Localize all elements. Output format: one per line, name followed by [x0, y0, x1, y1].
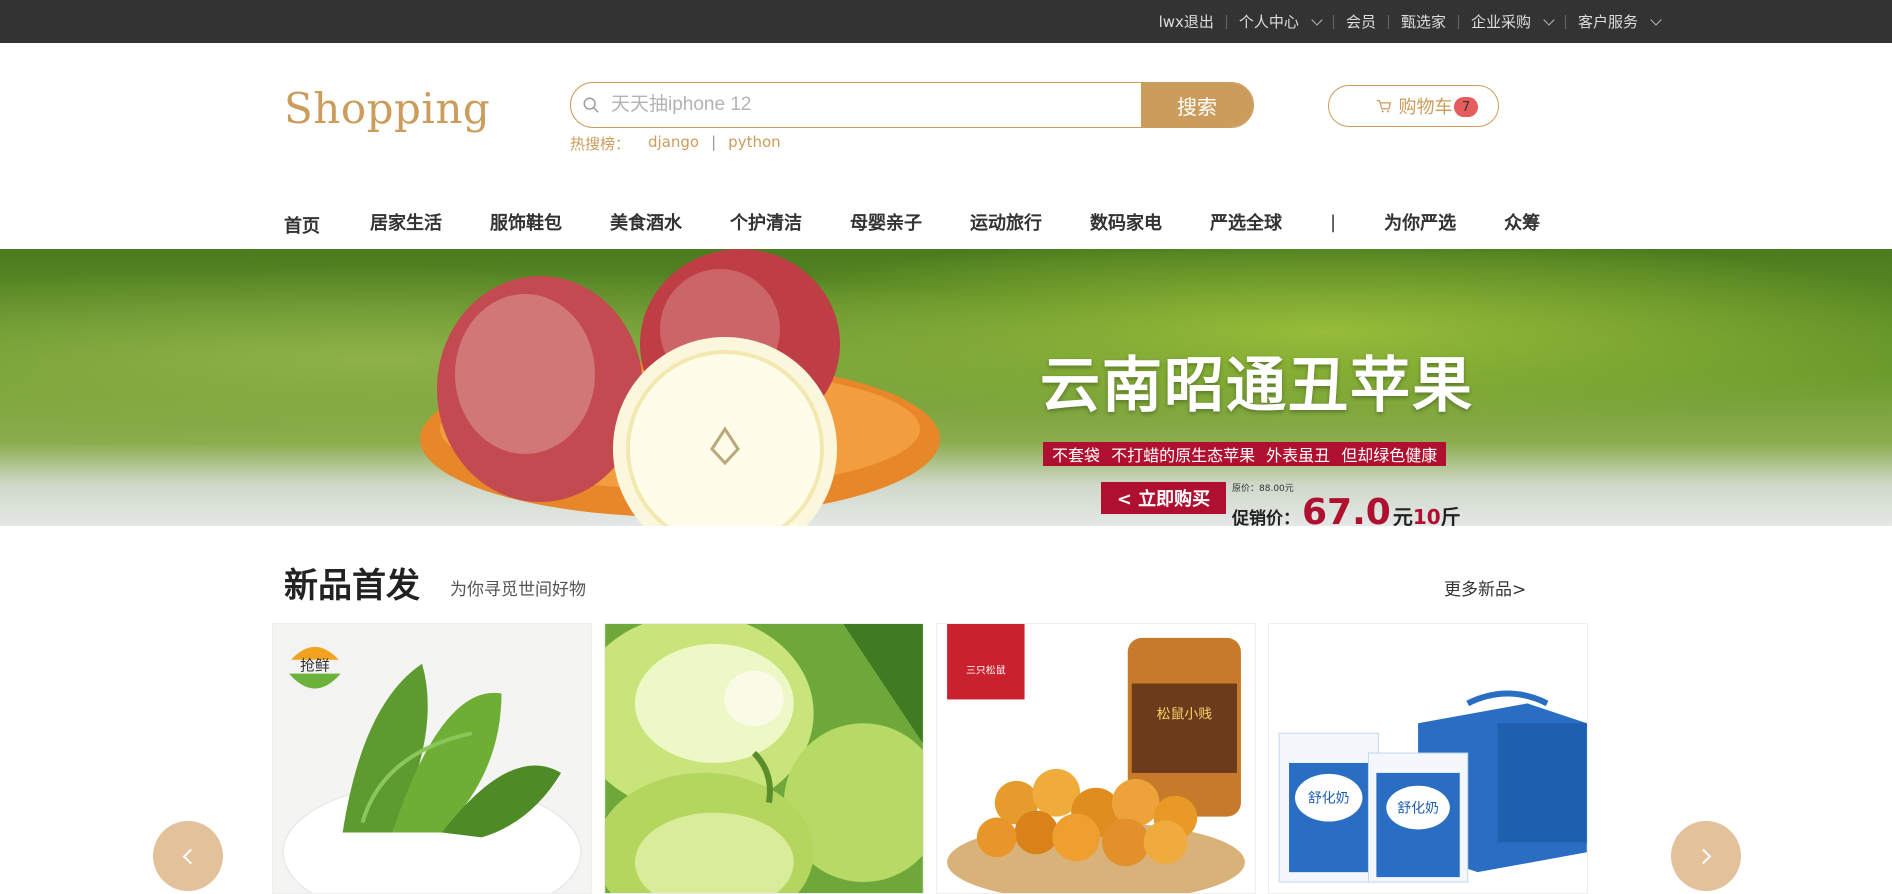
- hot-keyword-python[interactable]: python: [728, 133, 780, 154]
- box-text: 舒化奶: [1397, 801, 1439, 817]
- promo-banner[interactable]: 云南昭通丑苹果 不套袋 不打蜡的原生态苹果 外表虽丑 但却绿色健康 < 立即购买…: [0, 249, 1892, 526]
- more-new-link[interactable]: 更多新品>: [1444, 575, 1526, 600]
- search-button[interactable]: 搜索: [1141, 83, 1253, 127]
- brand-text: 抢鲜: [300, 657, 330, 675]
- vegetable-image: 抢鲜: [273, 624, 591, 893]
- search-icon: [571, 83, 611, 127]
- section-subtitle: 为你寻觅世间好物: [450, 580, 586, 600]
- hot-keyword-django[interactable]: django: [648, 133, 699, 154]
- hot-search-label: 热搜榜：: [570, 135, 631, 153]
- cart-button[interactable]: 购物车 7: [1328, 85, 1499, 127]
- guava-image: [605, 624, 923, 893]
- search-box: 搜索: [570, 82, 1254, 128]
- search-input[interactable]: [611, 83, 1141, 127]
- chevron-down-icon: [1311, 13, 1323, 26]
- nav-separator: |: [1330, 211, 1337, 233]
- promo-price-label: 促销价：: [1232, 509, 1300, 526]
- enterprise-purchase-link[interactable]: 企业采购: [1459, 11, 1565, 32]
- nav-home-living[interactable]: 居家生活: [370, 209, 442, 235]
- hot-search: 热搜榜： django | python: [570, 133, 781, 154]
- enterprise-purchase-label: 企业采购: [1470, 13, 1531, 31]
- chevron-down-icon: [1650, 13, 1662, 26]
- nav-global[interactable]: 严选全球: [1210, 209, 1282, 235]
- banner-subtitle: 不套袋 不打蜡的原生态苹果 外表虽丑 但却绿色健康: [1043, 442, 1447, 466]
- nav-for-you[interactable]: 为你严选: [1384, 209, 1456, 235]
- popcorn-image: 三只松鼠 松鼠小贱: [937, 624, 1255, 893]
- nav-mother-baby[interactable]: 母婴亲子: [850, 209, 922, 235]
- nav-sports-travel[interactable]: 运动旅行: [970, 209, 1042, 235]
- buy-now-button[interactable]: < 立即购买: [1101, 482, 1226, 514]
- chevron-right-icon: [1695, 848, 1712, 864]
- apple-image: [420, 249, 940, 526]
- promo-price-value: 67.0: [1302, 492, 1391, 526]
- site-logo[interactable]: Shopping: [284, 84, 490, 133]
- weight-unit: 斤: [1440, 505, 1461, 526]
- jar-text: 松鼠小贱: [1157, 706, 1213, 722]
- section-title: 新品首发: [284, 566, 420, 606]
- milk-image: 舒化奶 舒化奶: [1269, 624, 1587, 893]
- banner-price: 原价：88.00元 促销价： 67.0 元10斤: [1232, 481, 1461, 526]
- brand-text: 三只松鼠: [966, 664, 1006, 677]
- chevron-down-icon: [1543, 13, 1555, 26]
- top-links: lwx退出 个人中心 会员 甄选家 企业采购 客户服务: [1147, 0, 1672, 43]
- product-card-popcorn[interactable]: 三只松鼠 松鼠小贱: [936, 623, 1256, 894]
- promo-price-unit: 元10斤: [1393, 501, 1461, 526]
- promo-price-row: 促销价： 67.0 元10斤: [1232, 492, 1461, 526]
- cart-icon: [1376, 99, 1391, 113]
- product-card-milk[interactable]: 舒化奶 舒化奶: [1268, 623, 1588, 894]
- banner-title: 云南昭通丑苹果: [1040, 351, 1474, 421]
- chevron-left-icon: [182, 848, 199, 864]
- logout-label: lwx退出: [1158, 13, 1214, 31]
- currency-unit: 元: [1392, 505, 1413, 526]
- main-nav: 首页 居家生活 服饰鞋包 美食酒水 个护清洁 母婴亲子 运动旅行 数码家电 严选…: [284, 206, 1540, 238]
- product-carousel: 抢鲜 三只松鼠 松鼠小贱 舒化奶 舒化奶: [272, 623, 1588, 894]
- selector-label: 甄选家: [1400, 13, 1446, 31]
- nav-apparel[interactable]: 服饰鞋包: [490, 209, 562, 235]
- logout-link[interactable]: lwx退出: [1147, 11, 1226, 32]
- personal-center-link[interactable]: 个人中心: [1227, 11, 1333, 32]
- nav-food-drink[interactable]: 美食酒水: [610, 209, 682, 235]
- nav-crowdfunding[interactable]: 众筹: [1504, 209, 1540, 235]
- member-label: 会员: [1345, 13, 1376, 31]
- cart-label: 购物车: [1398, 97, 1453, 118]
- nav-digital[interactable]: 数码家电: [1090, 209, 1162, 235]
- carousel-next-button[interactable]: [1671, 821, 1741, 891]
- member-link[interactable]: 会员: [1334, 11, 1388, 32]
- nav-home[interactable]: 首页: [284, 212, 320, 238]
- nav-personal-care[interactable]: 个护清洁: [730, 209, 802, 235]
- customer-service-link[interactable]: 客户服务: [1566, 11, 1672, 32]
- personal-center-label: 个人中心: [1238, 13, 1299, 31]
- carousel-prev-button[interactable]: [153, 821, 223, 891]
- cart-count-badge: 7: [1454, 97, 1478, 117]
- selector-link[interactable]: 甄选家: [1389, 11, 1458, 32]
- product-card-vegetable[interactable]: 抢鲜: [272, 623, 592, 894]
- product-card-guava[interactable]: [604, 623, 924, 894]
- hot-keyword-separator: |: [711, 133, 717, 151]
- top-bar: lwx退出 个人中心 会员 甄选家 企业采购 客户服务: [0, 0, 1892, 43]
- customer-service-label: 客户服务: [1577, 13, 1638, 31]
- box-text: 舒化奶: [1308, 791, 1350, 807]
- weight-value: 10: [1412, 505, 1441, 526]
